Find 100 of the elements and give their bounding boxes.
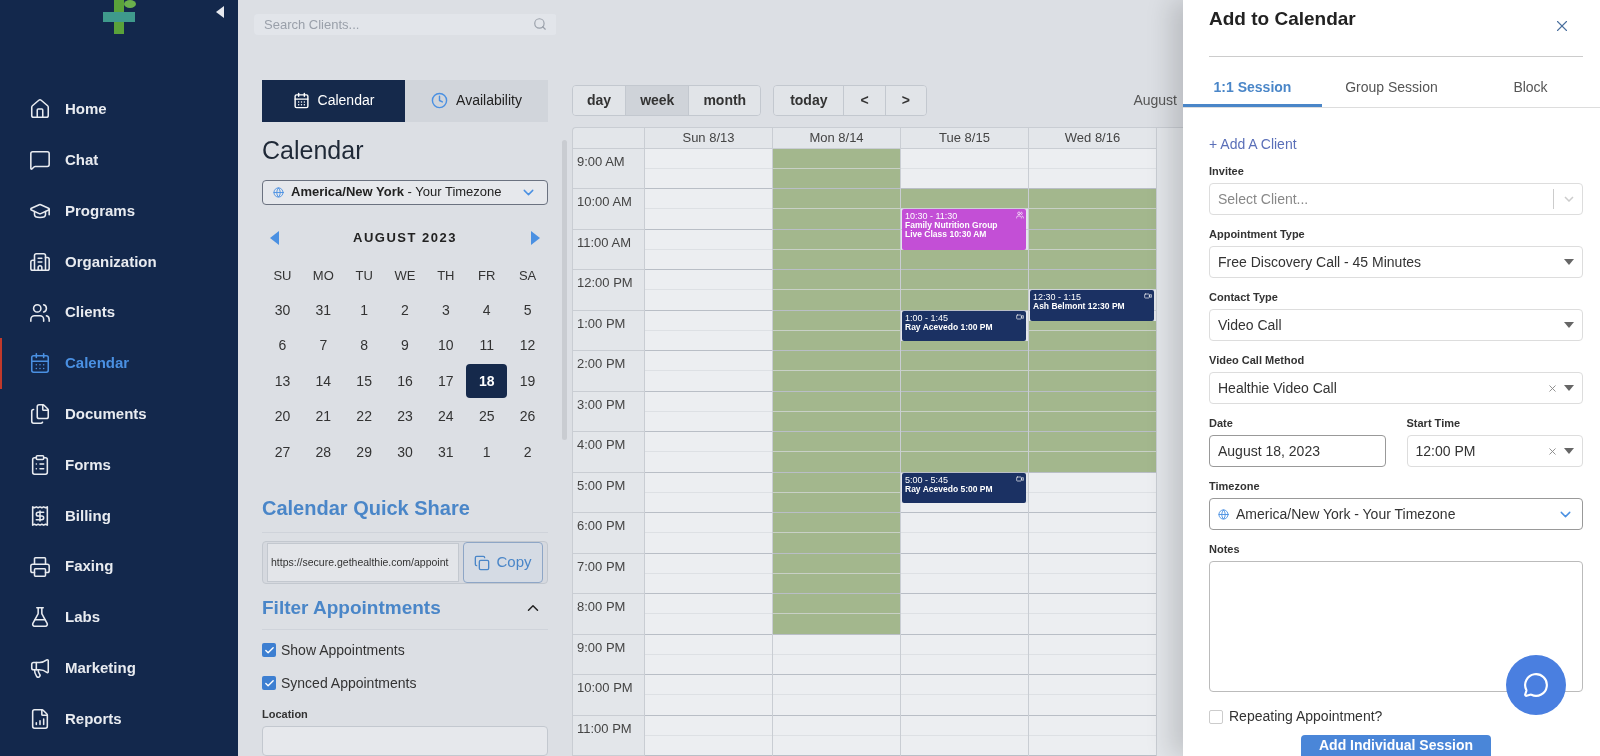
date-cell[interactable]: 24 xyxy=(425,399,467,434)
date-cell[interactable]: 2 xyxy=(384,293,426,328)
share-url-field[interactable]: https://secure.gethealthie.com/appoint xyxy=(267,543,459,582)
event-block[interactable]: 12:30 - 1:15 Ash Belmont 12:30 PM xyxy=(1030,290,1154,321)
date-cell[interactable]: 25 xyxy=(466,399,508,434)
add-client-link[interactable]: + Add A Client xyxy=(1209,134,1297,155)
sidebar-item[interactable]: Home xyxy=(0,84,238,135)
date-field[interactable]: August 18, 2023 xyxy=(1209,435,1386,467)
chat-button[interactable] xyxy=(1506,655,1566,715)
panel-tab[interactable]: Block xyxy=(1461,71,1600,107)
select-field[interactable]: Free Discovery Call - 45 Minutes xyxy=(1209,246,1583,278)
weekday-label: WE xyxy=(393,266,417,285)
people-icon xyxy=(29,301,51,324)
view-tab[interactable]: Calendar xyxy=(262,79,405,122)
date-cell[interactable]: 7 xyxy=(302,328,344,363)
hour-label: 5:00 PM xyxy=(576,477,626,493)
sidebar-item[interactable]: Faxing xyxy=(0,541,238,592)
date-cell[interactable]: 15 xyxy=(343,364,385,399)
calendar-heading: Calendar xyxy=(262,134,365,166)
add-session-button[interactable]: Add Individual Session xyxy=(1301,735,1491,756)
date-cell[interactable]: 16 xyxy=(384,364,426,399)
date-cell[interactable]: 1 xyxy=(466,435,508,470)
date-cell[interactable]: 21 xyxy=(302,399,344,434)
date-cell[interactable]: 23 xyxy=(384,399,426,434)
date-cell[interactable]: 3 xyxy=(425,293,467,328)
view-button[interactable]: day xyxy=(573,85,627,115)
panel-tab[interactable]: 1:1 Session xyxy=(1183,71,1322,107)
date-cell[interactable]: 1 xyxy=(343,293,385,328)
date-cell[interactable]: 30 xyxy=(262,293,303,328)
sidebar-item[interactable]: Billing xyxy=(0,490,238,542)
sidebar-item[interactable]: Forms xyxy=(0,439,238,491)
video-icon xyxy=(1016,312,1024,321)
event-title: Ray Acevedo 5:00 PM xyxy=(905,484,994,494)
date-cell[interactable]: 10 xyxy=(425,328,467,363)
date-cell[interactable]: 22 xyxy=(343,399,385,434)
date-cell[interactable]: 27 xyxy=(262,435,303,470)
date-cell[interactable]: 17 xyxy=(425,364,467,399)
clear-icon[interactable] xyxy=(1547,445,1558,457)
date-cell[interactable]: 9 xyxy=(384,328,426,363)
view-tab[interactable]: Availability xyxy=(405,79,548,122)
date-cell[interactable]: 8 xyxy=(343,328,385,363)
sidebar-item[interactable]: Chat xyxy=(0,134,238,186)
date-cell[interactable]: 18 xyxy=(466,364,508,399)
clear-icon[interactable] xyxy=(1547,382,1558,394)
event-block[interactable]: 5:00 - 5:45 Ray Acevedo 5:00 PM xyxy=(902,472,1026,503)
select-field[interactable]: Healthie Video Call xyxy=(1209,372,1583,404)
date-cell[interactable]: 28 xyxy=(302,435,344,470)
date-cell[interactable]: 13 xyxy=(262,364,303,399)
timezone-select[interactable]: America/New York - Your Timezone xyxy=(262,179,548,205)
date-cell[interactable]: 2 xyxy=(507,435,548,470)
nav-button[interactable]: < xyxy=(844,85,886,115)
date-cell[interactable]: 6 xyxy=(262,328,303,363)
date-cell[interactable]: 11 xyxy=(466,328,508,363)
previous-month-icon[interactable] xyxy=(270,230,279,245)
date-cell[interactable]: 14 xyxy=(302,364,344,399)
event-block[interactable]: 10:30 - 11:30 Family Nutrition Group Live Class 10:30 AM xyxy=(902,209,1026,250)
nav-button[interactable]: > xyxy=(885,85,926,115)
view-button[interactable]: month xyxy=(689,85,761,115)
sidebar-item[interactable]: Calendar xyxy=(0,338,238,389)
receipt-icon xyxy=(29,504,51,527)
collapse-icon[interactable] xyxy=(216,6,224,18)
sidebar-item[interactable]: Marketing xyxy=(0,642,238,694)
sidebar-item[interactable]: Organization xyxy=(0,236,238,288)
notes-field[interactable] xyxy=(1209,561,1583,692)
date-cell[interactable]: 30 xyxy=(384,435,426,470)
sidebar-item[interactable]: Programs xyxy=(0,185,238,237)
quick-share-heading: Calendar Quick Share xyxy=(262,494,548,533)
day-header: Mon 8/14 xyxy=(809,129,864,147)
view-button[interactable]: week xyxy=(626,85,690,115)
sidebar-item[interactable]: Documents xyxy=(0,388,238,440)
panel-tab[interactable]: Group Session xyxy=(1322,71,1461,107)
date-cell[interactable]: 4 xyxy=(466,293,508,328)
event-block[interactable]: 1:00 - 1:45 Ray Acevedo 1:00 PM xyxy=(902,310,1026,341)
date-cell[interactable]: 20 xyxy=(262,399,303,434)
select-field[interactable]: Video Call xyxy=(1209,309,1583,341)
date-cell[interactable]: 29 xyxy=(343,435,385,470)
date-cell[interactable]: 31 xyxy=(425,435,467,470)
date-cell[interactable]: 26 xyxy=(507,399,548,434)
caret-down-icon xyxy=(1564,322,1574,328)
checkbox[interactable] xyxy=(1209,709,1223,724)
field-label: Timezone xyxy=(1209,479,1261,493)
timezone-select[interactable]: America/New York - Your Timezone xyxy=(1209,498,1583,530)
time-slot[interactable] xyxy=(901,502,1028,513)
sidebar-item[interactable]: Clients xyxy=(0,287,238,338)
date-cell[interactable]: 19 xyxy=(507,364,548,399)
checkbox[interactable] xyxy=(262,676,276,690)
sidebar-item[interactable]: Reports xyxy=(0,693,238,745)
select-field[interactable]: Select Client... xyxy=(1209,183,1583,215)
date-cell[interactable]: 12 xyxy=(507,328,548,363)
nav-button[interactable]: today xyxy=(774,85,845,115)
location-select[interactable] xyxy=(262,726,548,756)
time-slot[interactable] xyxy=(1029,270,1156,291)
select-field[interactable]: 12:00 PM xyxy=(1406,435,1583,467)
sidebar-item[interactable]: Labs xyxy=(0,591,238,643)
date-cell[interactable]: 5 xyxy=(507,293,548,328)
time-slot[interactable] xyxy=(901,340,1028,351)
checkbox[interactable] xyxy=(262,643,276,657)
next-month-icon[interactable] xyxy=(531,230,540,245)
date-cell[interactable]: 31 xyxy=(302,293,344,328)
copy-icon xyxy=(474,554,491,571)
